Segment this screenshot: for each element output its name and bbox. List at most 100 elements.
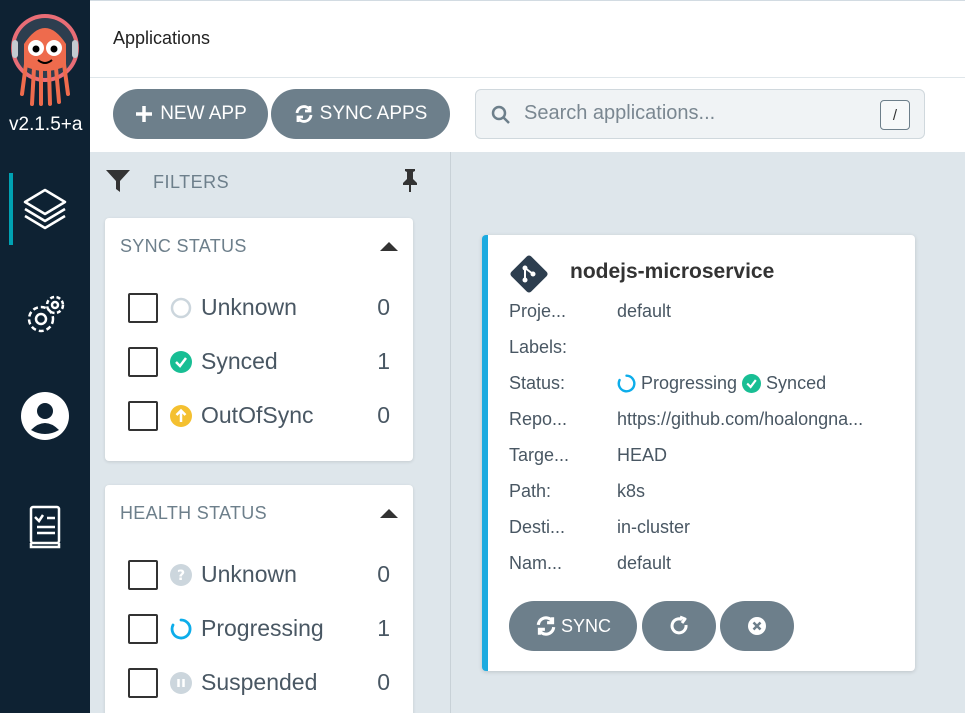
filters-header: FILTERS	[105, 168, 425, 198]
check-circle-icon	[742, 374, 762, 393]
git-icon	[510, 255, 548, 293]
filter-count: 0	[377, 402, 390, 428]
app-field-project: Proje... default	[509, 301, 909, 325]
app-field-repository: Repo... https://github.com/hoalongna...	[509, 409, 909, 433]
filter-label: Synced	[201, 348, 278, 374]
search-input[interactable]: Search applications...	[524, 102, 715, 125]
checkbox[interactable]	[128, 560, 158, 590]
app-field-destination: Desti... in-cluster	[509, 517, 909, 541]
field-value: in-cluster	[617, 517, 691, 537]
app-field-target-revision: Targe... HEAD	[509, 445, 909, 469]
new-app-button[interactable]: NEW APP	[113, 89, 268, 139]
app-field-status: Status: Progressing Synced	[509, 373, 909, 397]
nav-user-info[interactable]	[0, 379, 90, 453]
filter-label: OutOfSync	[201, 402, 314, 428]
field-key: Proje...	[509, 301, 567, 321]
filter-row-health-progressing[interactable]: Progressing 1	[128, 613, 390, 645]
field-value: HEAD	[617, 445, 668, 465]
filter-count: 1	[377, 348, 390, 374]
argo-logo[interactable]	[10, 14, 80, 106]
field-value: default	[617, 553, 672, 573]
field-key: Status:	[509, 373, 566, 393]
filter-icon	[106, 170, 130, 192]
field-key: Path:	[509, 481, 552, 501]
field-key: Repo...	[509, 409, 568, 429]
filter-row-health-unknown[interactable]: ? Unknown 0	[128, 559, 390, 591]
pause-circle-icon	[170, 672, 192, 694]
checkbox[interactable]	[128, 401, 158, 431]
filters-panel: FILTERS SYNC STATUS Unknown 0 Synced 1 O…	[90, 152, 451, 713]
sync-status-title: SYNC STATUS	[120, 236, 247, 256]
sync-button[interactable]: SYNC	[509, 601, 637, 651]
app-field-path: Path: k8s	[509, 481, 909, 505]
filter-label: Progressing	[201, 615, 324, 641]
checkbox[interactable]	[128, 293, 158, 323]
filters-label: FILTERS	[153, 172, 230, 192]
health-status-filter: HEALTH STATUS ? Unknown 0 Progressing 1 …	[105, 485, 413, 713]
sync-apps-label: SYNC APPS	[319, 103, 428, 124]
page-title: Applications	[113, 28, 211, 48]
filter-row-sync-outofsync[interactable]: OutOfSync 0	[128, 400, 390, 432]
health-status-text: Progressing	[641, 373, 738, 393]
field-key: Labels:	[509, 337, 568, 357]
version-label: v2.1.5+a	[9, 114, 83, 135]
filter-count: 0	[377, 669, 390, 695]
filter-label: Unknown	[201, 561, 297, 587]
nav-applications[interactable]	[0, 171, 90, 245]
gears-icon	[27, 295, 65, 333]
checkbox[interactable]	[128, 668, 158, 698]
field-value: https://github.com/hoalongna...	[617, 409, 864, 429]
docs-icon	[29, 505, 61, 549]
health-status-title: HEALTH STATUS	[120, 503, 267, 523]
filter-row-sync-unknown[interactable]: Unknown 0	[128, 292, 390, 324]
field-value: default	[617, 301, 672, 321]
spinner-icon	[617, 374, 636, 393]
status-values: Progressing Synced	[617, 373, 899, 394]
layers-icon	[23, 188, 67, 230]
sync-icon	[536, 616, 556, 636]
collapse-caret-icon[interactable]	[380, 509, 398, 518]
checkbox[interactable]	[128, 614, 158, 644]
nav-settings[interactable]	[0, 278, 90, 352]
field-value: k8s	[617, 481, 646, 501]
plus-icon	[136, 106, 153, 122]
filter-label: Unknown	[201, 294, 297, 320]
filter-count: 0	[377, 294, 390, 320]
pin-icon[interactable]	[400, 168, 420, 192]
close-circle-icon	[748, 617, 766, 635]
search-shortcut-key: /	[880, 100, 910, 130]
question-circle-icon: ?	[170, 564, 192, 586]
app-field-labels: Labels:	[509, 337, 909, 361]
search-box[interactable]: Search applications... /	[475, 89, 925, 139]
arrow-up-circle-icon	[170, 405, 192, 427]
field-key: Nam...	[509, 553, 563, 573]
application-tile[interactable]: nodejs-microservice Proje... default Lab…	[482, 235, 915, 671]
filter-label: Suspended	[201, 669, 318, 695]
checkbox[interactable]	[128, 347, 158, 377]
divider	[90, 77, 965, 78]
sync-status-text: Synced	[766, 373, 827, 393]
new-app-label: NEW APP	[160, 103, 247, 124]
collapse-caret-icon[interactable]	[380, 242, 398, 251]
filter-row-sync-synced[interactable]: Synced 1	[128, 346, 390, 378]
svg-text:?: ?	[177, 568, 185, 584]
sync-status-filter: SYNC STATUS Unknown 0 Synced 1 OutOfSync…	[105, 218, 413, 461]
app-field-namespace: Nam... default	[509, 553, 909, 577]
search-icon	[491, 105, 510, 124]
top-bar: Applications NEW APP SYNC APPS Search ap…	[90, 0, 965, 152]
spinner-icon	[170, 618, 192, 640]
sidebar: v2.1.5+a	[0, 0, 90, 713]
refresh-icon	[670, 615, 688, 635]
field-key: Desti...	[509, 517, 566, 537]
circle-outline-icon	[170, 297, 192, 319]
check-circle-icon	[170, 351, 192, 373]
app-name[interactable]: nodejs-microservice	[570, 260, 774, 284]
filter-count: 1	[377, 615, 390, 641]
sync-apps-button[interactable]: SYNC APPS	[271, 89, 450, 139]
filter-row-health-suspended[interactable]: Suspended 0	[128, 667, 390, 699]
refresh-button[interactable]	[642, 601, 716, 651]
nav-documentation[interactable]	[0, 490, 90, 564]
delete-button[interactable]	[720, 601, 794, 651]
filter-count: 0	[377, 561, 390, 587]
sync-button-label: SYNC	[560, 615, 611, 636]
